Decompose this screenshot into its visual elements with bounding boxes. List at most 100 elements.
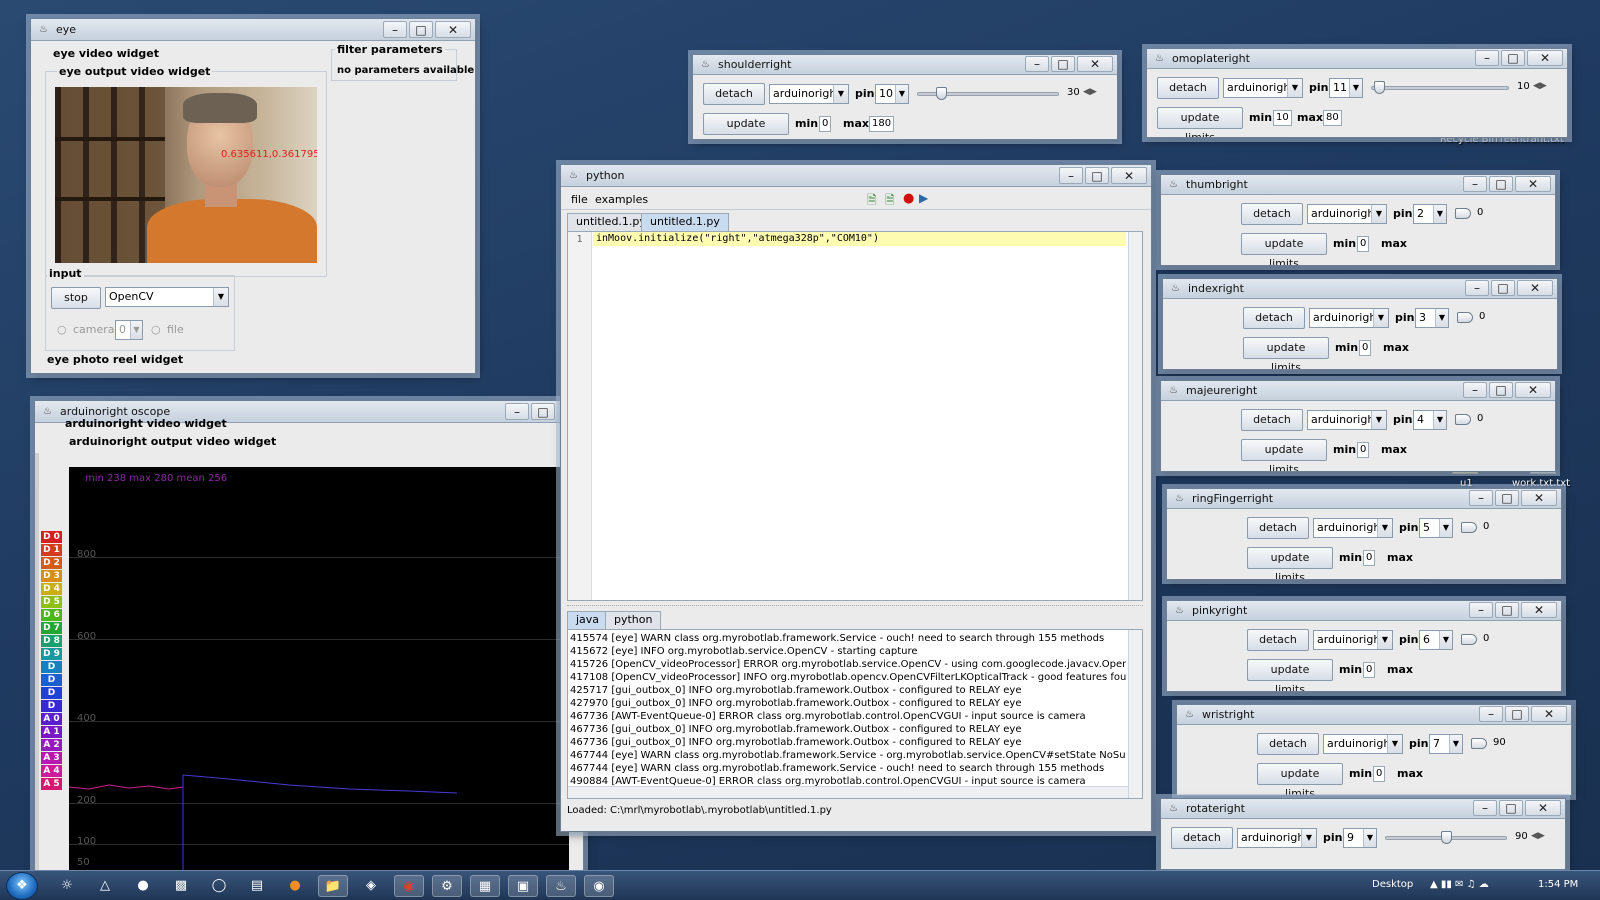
pin-legend-item[interactable]: D 8 [41,635,62,647]
camera-video-frame[interactable]: 0.635611,0.361795 [55,87,317,263]
update-limits-button[interactable]: update limits [1157,107,1243,137]
minimize-button[interactable]: – [1473,800,1497,816]
eye-titlebar[interactable]: ♨ eye – □ ✕ [31,19,475,41]
menu-examples[interactable]: examples [595,193,648,206]
position-slider-thumb[interactable] [1455,414,1471,425]
chevron-down-icon[interactable]: ▼ [1377,519,1392,537]
min-input[interactable]: 0 [1357,236,1370,252]
position-slider-thumb[interactable] [1461,522,1477,533]
tab-java[interactable]: java [567,611,609,629]
firefox-icon[interactable]: ● [280,875,310,897]
folder-icon[interactable]: 📁 [318,875,348,897]
maximize-button[interactable]: □ [1491,280,1515,296]
position-slider-thumb[interactable] [1374,81,1385,94]
pin-legend-item[interactable]: D 12 [41,687,62,710]
minimize-button[interactable]: – [383,21,407,38]
taskbar-app-icon[interactable]: ◉ [584,875,614,897]
python-titlebar[interactable]: ♨ python – □ ✕ [561,165,1151,187]
desktop-toolbar-label[interactable]: Desktop [1372,879,1413,890]
pin-select[interactable]: 6 ▼ [1419,630,1453,650]
maximize-button[interactable]: □ [1495,602,1519,618]
pin-select[interactable]: 2 ▼ [1413,204,1447,224]
console-hscrollbar[interactable] [568,786,1128,798]
close-button[interactable]: ✕ [1527,50,1563,66]
chevron-down-icon[interactable]: ▼ [130,321,142,339]
minimize-button[interactable]: – [1025,56,1049,72]
camera-index-select[interactable]: 0 ▼ [115,320,143,340]
update-limits-button[interactable]: update limits [1257,763,1343,795]
stop-record-icon[interactable]: ● [903,191,914,206]
update-limits-button[interactable]: update limits [703,113,789,139]
position-slider-thumb[interactable] [1441,831,1452,844]
pin-legend-item[interactable]: A 2 [41,739,62,751]
taskbar-app-icon[interactable]: ◯ [204,875,234,897]
controller-select[interactable]: arduinoright ▼ [769,84,849,104]
chevron-down-icon[interactable]: ▼ [1439,519,1452,537]
chevron-down-icon[interactable]: ▼ [1433,411,1446,429]
close-button[interactable]: ✕ [435,21,471,38]
pin-legend-item[interactable]: A 0 [41,713,62,725]
max-input[interactable]: 180 [869,116,895,132]
split-pane-divider[interactable] [567,605,1143,609]
run-script-icon[interactable]: ▶ [919,191,928,205]
input-source-select[interactable]: OpenCV ▼ [105,287,229,307]
update-limits-button[interactable]: update limits [1243,337,1329,369]
chevron-down-icon[interactable]: ▼ [1287,79,1302,97]
chevron-down-icon[interactable]: ▼ [1371,205,1386,223]
terminal-icon[interactable]: ▩ [166,875,196,897]
editor-scrollbar[interactable] [1128,232,1142,600]
detach-button[interactable]: detach [1247,517,1309,539]
servo-titlebar[interactable]: ♨ rotateright – □ ✕ [1161,799,1565,819]
detach-button[interactable]: detach [1241,203,1303,225]
maximize-button[interactable]: □ [1501,50,1525,66]
chevron-down-icon[interactable]: ▼ [1433,205,1446,223]
spinner-arrows-icon[interactable]: ◀▶ [1533,81,1547,91]
clock[interactable]: 1:54 PM [1538,879,1578,890]
settings-icon[interactable]: ⚙ [432,875,462,897]
controller-select[interactable]: arduinoright ▼ [1307,410,1387,430]
close-button[interactable]: ✕ [1525,800,1561,816]
pin-select[interactable]: 4 ▼ [1413,410,1447,430]
pin-legend-item[interactable]: D 13 [41,700,62,723]
pin-legend-item[interactable]: D 6 [41,609,62,621]
controller-select[interactable]: arduinoright ▼ [1309,308,1389,328]
detach-button[interactable]: detach [703,83,765,105]
position-slider-thumb[interactable] [936,87,947,100]
position-slider-thumb[interactable] [1455,208,1471,219]
servo-titlebar[interactable]: ♨ pinkyright – □ ✕ [1167,601,1561,621]
taskbar-app-icon[interactable]: ▤ [242,875,272,897]
close-button[interactable]: ✕ [1531,706,1567,722]
maximize-button[interactable]: □ [1495,490,1519,506]
chevron-down-icon[interactable]: ▼ [1301,829,1316,847]
maximize-button[interactable]: □ [1489,176,1513,192]
maximize-button[interactable]: □ [409,21,433,38]
chevron-down-icon[interactable]: ▼ [1349,79,1362,97]
min-input[interactable]: 0 [819,116,832,132]
max-input[interactable]: 80 [1323,110,1342,126]
close-button[interactable]: ✕ [1515,382,1551,398]
controller-select[interactable]: arduinoright ▼ [1313,630,1393,650]
detach-button[interactable]: detach [1157,77,1219,99]
servo-titlebar[interactable]: ♨ omoplateright – □ ✕ [1147,49,1567,69]
taskbar-app-icon[interactable]: ☼ [52,875,82,897]
camera-radio-label[interactable]: camera [73,323,115,336]
detach-button[interactable]: detach [1247,629,1309,651]
pin-legend-item[interactable]: D 9 [41,648,62,660]
stop-button[interactable]: stop [51,287,101,309]
pin-legend-item[interactable]: A 5 [41,778,62,790]
chevron-down-icon[interactable]: ▼ [1435,309,1448,327]
pin-legend-item[interactable]: A 3 [41,752,62,764]
pin-legend-item[interactable]: D 3 [41,570,62,582]
position-slider-thumb[interactable] [1471,738,1487,749]
pin-select[interactable]: 7 ▼ [1429,734,1463,754]
maximize-button[interactable]: □ [531,403,555,420]
min-input[interactable]: 10 [1273,110,1292,126]
taskbar-app-icon[interactable]: △ [90,875,120,897]
pin-legend-item[interactable]: D 10 [41,661,62,684]
update-limits-button[interactable]: update limits [1241,233,1327,265]
update-limits-button[interactable]: update limits [1247,659,1333,691]
min-input[interactable]: 0 [1359,340,1372,356]
close-button[interactable]: ✕ [1521,490,1557,506]
detach-button[interactable]: detach [1241,409,1303,431]
detach-button[interactable]: detach [1243,307,1305,329]
